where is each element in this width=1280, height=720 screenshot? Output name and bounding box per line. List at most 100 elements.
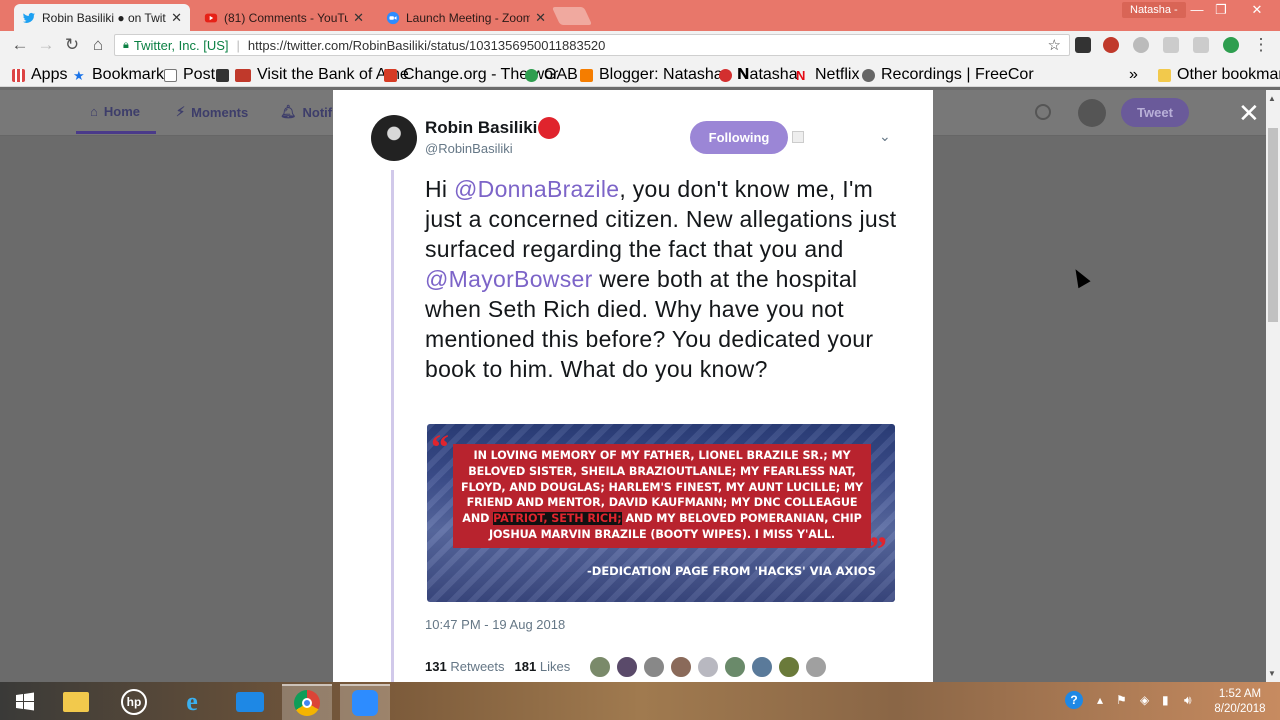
clock-date: 8/20/2018 <box>1214 703 1266 715</box>
mention-link[interactable]: @MayorBowser <box>425 266 593 292</box>
bookmark-label: Natasha <box>738 66 798 83</box>
flag-icon <box>235 68 251 82</box>
taskbar-app[interactable] <box>225 684 275 720</box>
avatar[interactable] <box>371 115 417 161</box>
close-icon[interactable]: ✕ <box>1238 100 1260 126</box>
nav-notifications[interactable]: 🔔︎ Notif <box>280 104 332 120</box>
liker-avatar[interactable] <box>589 656 611 678</box>
adblock-extension-icon[interactable] <box>1103 37 1119 53</box>
nav-label: Home <box>103 104 140 119</box>
reload-icon[interactable]: ↻ <box>61 34 83 56</box>
bookmark-post[interactable]: Post <box>164 66 215 84</box>
scroll-down-icon[interactable]: ▼ <box>1268 669 1276 678</box>
tab-youtube[interactable]: (81) Comments - YouTube ✕ <box>196 4 372 31</box>
dropbox-icon[interactable]: ◈ <box>1140 693 1149 707</box>
liker-avatar[interactable] <box>697 656 719 678</box>
url-text: https://twitter.com/RobinBasiliki/status… <box>247 37 606 53</box>
retweets-stat[interactable]: 131 Retweets <box>425 659 505 674</box>
natasha-icon <box>719 68 732 82</box>
taskbar-zoom[interactable] <box>340 684 390 720</box>
profile-button[interactable]: Natasha - <box>1122 2 1186 18</box>
dedication-highlight: PATRIOT, SETH RICH; <box>493 512 622 526</box>
youtube-icon <box>204 13 218 22</box>
liker-avatar[interactable] <box>616 656 638 678</box>
change-org-icon <box>384 68 397 82</box>
lightning-icon: ⚡︎ <box>176 104 186 119</box>
start-button[interactable] <box>0 684 50 720</box>
close-tab-icon[interactable]: ✕ <box>167 10 182 26</box>
chevron-down-icon[interactable]: ⌄ <box>879 128 891 145</box>
bookmark-bank[interactable]: Visit the Bank of Ame <box>216 66 409 84</box>
liker-avatar[interactable] <box>643 656 665 678</box>
bookmark-apps[interactable]: Apps <box>12 66 67 84</box>
liker-avatar[interactable] <box>724 656 746 678</box>
bookmark-gab[interactable]: GAB <box>525 66 578 84</box>
gab-icon <box>525 68 538 82</box>
address-bar[interactable]: 🔒︎ Twitter, Inc. [US] | https://twitter.… <box>114 34 1070 56</box>
liker-avatar[interactable] <box>778 656 800 678</box>
volume-icon[interactable]: 🔊︎ <box>1184 693 1192 708</box>
nav-home[interactable]: ⌂ Home <box>90 104 140 119</box>
system-clock[interactable]: 1:52 AM 8/20/2018 <box>1208 687 1272 717</box>
dedication-text: IN LOVING MEMORY OF MY FATHER, LIONEL BR… <box>455 448 869 543</box>
blogger-icon <box>580 68 593 82</box>
tweet-timestamp[interactable]: 10:47 PM - 19 Aug 2018 <box>425 617 565 632</box>
close-tab-icon[interactable]: ✕ <box>531 10 546 26</box>
maximize-icon[interactable]: ❐ <box>1208 2 1234 18</box>
internet-explorer-icon: e <box>186 687 198 716</box>
mention-link[interactable]: @DonnaBrazile <box>454 176 619 202</box>
taskbar-file-explorer[interactable] <box>51 684 101 720</box>
scrollbar-thumb[interactable] <box>1268 128 1278 322</box>
taskbar-chrome[interactable] <box>282 684 332 720</box>
bookmark-bookmarks[interactable]: ★ Bookmarks <box>73 66 172 84</box>
bookmark-label: Post <box>183 66 216 83</box>
flag-icon[interactable]: ⚑ <box>1116 693 1127 707</box>
bookmark-natasha[interactable]: Natasha <box>719 66 798 84</box>
hand-extension-icon[interactable] <box>1163 37 1179 53</box>
bookmark-netflix[interactable]: N Netflix <box>796 66 859 84</box>
taskbar-ie[interactable]: e <box>167 684 217 720</box>
back-icon[interactable]: ← <box>9 34 31 56</box>
bookmark-label: Bookmarks <box>92 66 173 83</box>
forward-icon[interactable]: → <box>35 34 57 56</box>
following-button[interactable]: Following <box>690 121 788 154</box>
liker-avatar[interactable] <box>751 656 773 678</box>
folder-icon <box>1158 68 1171 82</box>
window-close-icon[interactable]: ✕ <box>1244 2 1270 18</box>
bookmark-recordings[interactable]: Recordings | FreeCor <box>862 66 1034 84</box>
tab-zoom[interactable]: Launch Meeting - Zoom ✕ <box>378 4 554 31</box>
tab-title: Launch Meeting - Zoom <box>406 10 530 25</box>
page-icon <box>164 68 177 82</box>
minimize-icon[interactable]: — <box>1184 2 1210 17</box>
tweet-button[interactable]: Tweet <box>1121 98 1189 127</box>
help-icon[interactable]: ? <box>1065 691 1083 709</box>
user-handle[interactable]: @RobinBasiliki <box>425 141 513 156</box>
taskbar-hp[interactable]: hp <box>109 684 159 720</box>
home-icon[interactable]: ⌂ <box>87 34 109 56</box>
tab-strip <box>0 0 1280 31</box>
bookmark-star-icon[interactable]: ☆ <box>1048 36 1061 54</box>
avatar[interactable] <box>1078 99 1106 127</box>
network-icon[interactable]: ▮ <box>1162 693 1169 707</box>
bookmarks-overflow-button[interactable]: » <box>1129 66 1138 84</box>
d-extension-icon[interactable] <box>1133 37 1149 53</box>
likes-stat[interactable]: 181 Likes <box>515 659 571 674</box>
scroll-up-icon[interactable]: ▲ <box>1268 94 1276 103</box>
tweet-image[interactable]: “ IN LOVING MEMORY OF MY FATHER, LIONEL … <box>427 424 895 602</box>
bookmark-other[interactable]: Other bookmarks <box>1158 66 1280 84</box>
menu-kebab-icon[interactable]: ⋮ <box>1250 34 1272 56</box>
folder-icon <box>63 692 89 712</box>
display-name[interactable]: Robin Basiliki <box>425 118 537 138</box>
screenshot-extension-icon[interactable] <box>1193 37 1209 53</box>
liker-avatar[interactable] <box>805 656 827 678</box>
search-icon[interactable] <box>1035 104 1051 120</box>
close-tab-icon[interactable]: ✕ <box>349 10 364 26</box>
quote-open-icon: “ <box>431 427 449 467</box>
green-extension-icon[interactable] <box>1223 37 1239 53</box>
liker-avatar[interactable] <box>670 656 692 678</box>
shield-extension-icon[interactable] <box>1075 37 1091 53</box>
tray-expand-icon[interactable]: ▴ <box>1097 693 1103 707</box>
nav-label: Notif <box>302 104 333 120</box>
tab-twitter[interactable]: Robin Basiliki ● on Twitte ✕ <box>14 4 190 31</box>
nav-moments[interactable]: ⚡︎ Moments <box>176 104 248 120</box>
